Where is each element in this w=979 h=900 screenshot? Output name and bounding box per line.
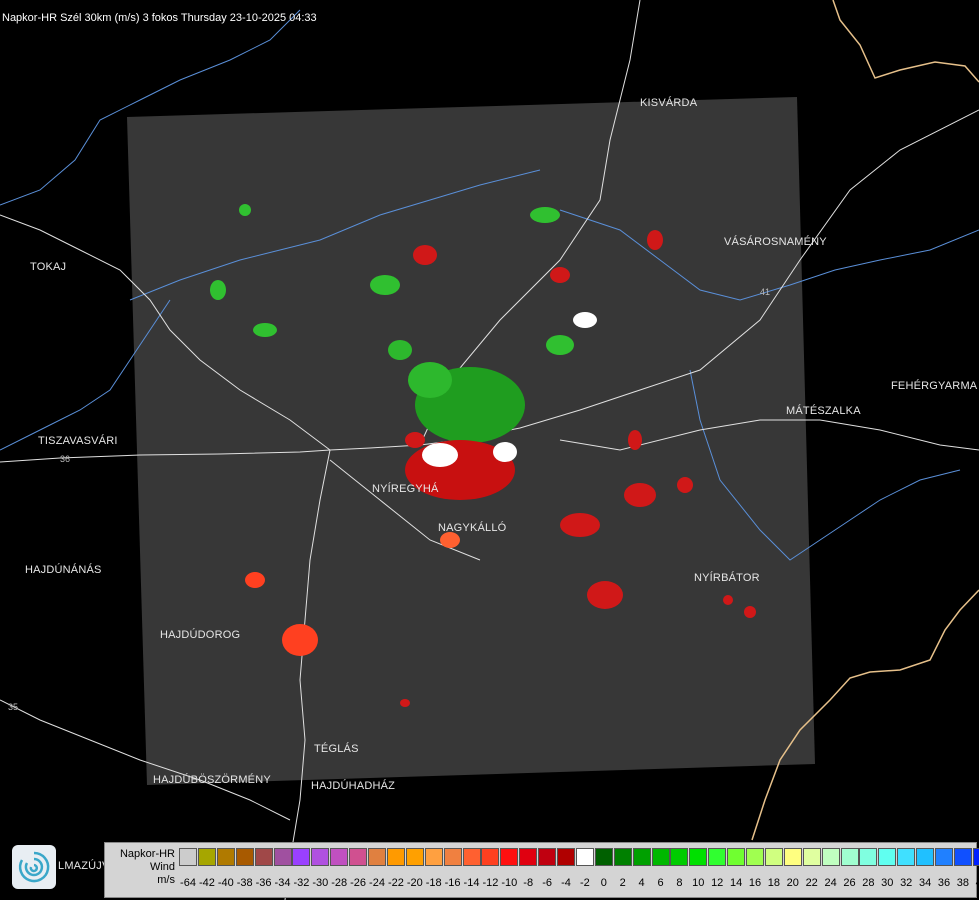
legend-swatch	[689, 848, 708, 866]
road-number-36: 36	[60, 454, 70, 464]
napkor-spiral-logo-icon	[12, 845, 56, 889]
city-label-mateszalka: MÁTÉSZALKA	[786, 405, 861, 417]
legend-swatch	[840, 848, 859, 866]
city-label-nyirbator: NYÍRBÁTOR	[694, 572, 760, 584]
city-label-vasarosnameny: VÁSÁROSNAMÉNY	[724, 236, 827, 248]
city-label-tiszavasvari: TISZAVASVÁRI	[38, 435, 118, 447]
legend-swatch	[783, 848, 802, 866]
legend-swatch	[443, 848, 462, 866]
legend-swatch	[235, 848, 254, 866]
legend-swatch	[179, 848, 197, 866]
legend-swatch	[727, 848, 746, 866]
city-label-hajdudorog: HAJDÚDOROG	[160, 629, 241, 641]
radar-map: 36 35 41	[0, 0, 979, 900]
city-label-hajduboszormeny: HAJDÚBÖSZÖRMÉNY	[153, 774, 271, 786]
legend-swatch	[292, 848, 311, 866]
legend-swatch	[330, 848, 349, 866]
legend-swatch	[349, 848, 368, 866]
radar-map-view: { "header": { "title": "Napkor-HR Szél 3…	[0, 0, 979, 900]
legend-swatch	[519, 848, 538, 866]
legend-swatch	[651, 848, 670, 866]
legend-swatch	[197, 848, 216, 866]
legend-swatch	[764, 848, 783, 866]
wind-legend: Napkor-HR Wind m/s -64 -42 -40 -38 -36 -34 -32…	[104, 842, 979, 898]
legend-swatch	[424, 848, 443, 866]
road-number-35: 35	[8, 702, 18, 712]
country-border	[832, 0, 979, 83]
legend-swatch	[557, 848, 575, 866]
legend-swatch	[311, 848, 330, 866]
legend-swatch	[368, 848, 386, 866]
city-label-tokaj: TOKAJ	[30, 261, 67, 273]
legend-swatch	[575, 848, 594, 866]
legend-swatch	[632, 848, 651, 866]
city-label-nyiregyhaza: NYÍREGYHÁ	[372, 483, 439, 495]
city-label-nagykallo: NAGYKÁLLÓ	[438, 522, 507, 534]
legend-swatch	[481, 848, 500, 866]
city-label-hajdunanas: HAJDÚNÁNÁS	[25, 564, 102, 576]
legend-swatch	[538, 848, 557, 866]
legend-swatch	[254, 848, 273, 866]
legend-swatch	[670, 848, 689, 866]
legend-swatch	[972, 848, 979, 866]
legend-title-line-1: Napkor-HR	[119, 848, 175, 860]
legend-tick-label: 40	[975, 877, 979, 889]
legend-swatch	[935, 848, 953, 866]
legend-swatch	[462, 848, 481, 866]
legend-swatch	[802, 848, 821, 866]
legend-swatch	[273, 848, 292, 866]
legend-swatch	[859, 848, 878, 866]
road-number-41: 41	[760, 287, 770, 297]
legend-swatch	[953, 848, 972, 866]
legend-swatch	[216, 848, 235, 866]
legend-title-line-3: m/s	[157, 874, 175, 886]
legend-swatch	[878, 848, 897, 866]
map-title: Napkor-HR Szél 30km (m/s) 3 fokos Thursd…	[2, 12, 317, 24]
legend-swatch	[613, 848, 632, 866]
city-label-teglas: TÉGLÁS	[314, 743, 359, 755]
legend-title-line-2: Wind	[149, 861, 175, 873]
legend-swatch	[821, 848, 840, 866]
city-label-kisvarda: KISVÁRDA	[640, 97, 698, 109]
city-label-fehergyarmat: FEHÉRGYARMA	[891, 380, 978, 392]
legend-swatch	[897, 848, 916, 866]
legend-swatch	[594, 848, 613, 866]
legend-title: Napkor-HR Wind m/s	[107, 848, 175, 887]
legend-swatch	[708, 848, 727, 866]
legend-swatch	[386, 848, 405, 866]
legend-swatch	[746, 848, 764, 866]
legend-swatch	[916, 848, 935, 866]
legend-swatch	[405, 848, 424, 866]
legend-swatch	[500, 848, 519, 866]
city-label-hajduhadhaz: HAJDÚHADHÁZ	[311, 780, 396, 792]
